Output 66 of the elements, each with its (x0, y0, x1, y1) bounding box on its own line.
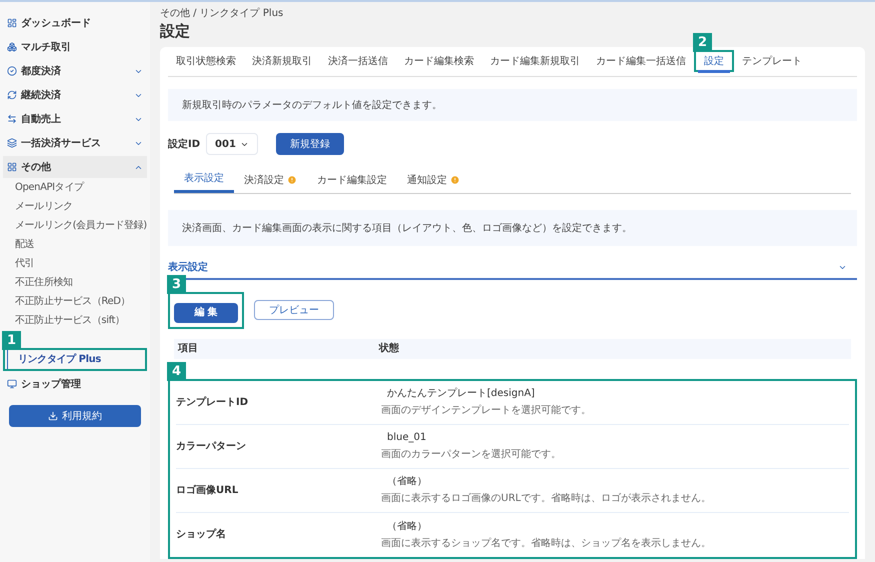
value-text: （省略） (386, 474, 428, 489)
sub-tab[interactable]: 表示設定 (174, 167, 234, 193)
info-text: 新規取引時のパラメータのデフォルト値を設定できます。 (168, 89, 857, 121)
sub-tab[interactable]: 通知設定 (397, 167, 470, 193)
description-text: 画面に表示するショップ名です。省略時は、ショップ名を表示しません。 (381, 536, 711, 550)
edit-button[interactable]: 編 集 (174, 302, 238, 322)
value-text: （省略） (386, 520, 428, 534)
sidebar-subitem[interactable]: 不正防止サービス（ReD） (3, 292, 147, 311)
sidebar-item[interactable]: 継続決済 (3, 84, 147, 106)
sidebar-item[interactable]: ダッシュボード (3, 12, 147, 34)
callout-number: 3 (167, 275, 186, 294)
cube-icon (7, 42, 17, 52)
breadcrumb: その他 / リンクタイプ Plus (160, 6, 284, 21)
sidebar-item[interactable]: 都度決済 (3, 60, 147, 82)
check-circle-icon (7, 66, 17, 76)
description-text: 画面に表示するロゴ画像のURLです。省略時は、ロゴが表示されません。 (381, 492, 711, 506)
sidebar-subitem[interactable]: メールリンク (3, 197, 147, 216)
callout-number: 2 (693, 33, 712, 52)
value-text: blue_01 (386, 431, 428, 445)
info-text: 決済画面、カード編集画面の表示に関する項目（レイアウト、色、ロゴ画像など）を設定できます。 (168, 210, 857, 246)
description-text: 画面のデザインテンプレートを選択可能です。 (381, 404, 591, 418)
sidebar-subitem[interactable]: 代引 (3, 254, 147, 273)
setting-id-label: 設定ID (168, 137, 200, 152)
layers-icon (7, 138, 17, 148)
tab[interactable]: 決済新規取引 (244, 52, 320, 70)
sidebar-subitem[interactable]: メールリンク(会員カード登録) (3, 216, 147, 235)
download-icon (48, 411, 58, 421)
description-text: 画面のカラーパターンを選択可能です。 (381, 448, 561, 462)
item-cell-text: ショップ名 (176, 527, 227, 542)
warning-icon (450, 175, 460, 185)
tab[interactable]: カード編集一括送信 (588, 52, 694, 70)
tab[interactable]: 取引状態検索 (168, 52, 244, 70)
value-text: かんたんテンプレート[designA] (386, 386, 536, 401)
sidebar-subitem[interactable]: 不正住所検知 (3, 273, 147, 292)
tab[interactable]: テンプレート (734, 52, 810, 70)
sidebar-subitem[interactable]: OpenAPIタイプ (3, 178, 147, 197)
warning-icon (287, 175, 297, 185)
monitor-icon (7, 379, 17, 389)
sidebar-item[interactable]: 一括決済サービス (3, 132, 147, 154)
arrows-icon (7, 114, 17, 124)
tab[interactable]: カード編集新規取引 (482, 52, 588, 70)
setting-id-select[interactable]: 001 (206, 133, 258, 155)
column-header: 状態 (379, 342, 399, 356)
preview-button[interactable]: プレビュー (254, 300, 334, 320)
column-header: 項目 (176, 342, 199, 356)
callout-number: 4 (167, 362, 186, 380)
tab[interactable]: 決済一括送信 (320, 52, 396, 70)
callout-number: 1 (2, 331, 22, 350)
item-cell-text: カラーパターン (176, 440, 247, 454)
refresh-icon (7, 90, 17, 100)
new-registration-button[interactable]: 新規登録 (276, 133, 344, 155)
grid-icon (7, 162, 17, 172)
sidebar-item[interactable]: ショップ管理 (3, 373, 147, 395)
sub-tab[interactable]: 決済設定 (234, 167, 307, 193)
tab[interactable]: カード編集検索 (396, 52, 482, 70)
sidebar-subitem[interactable]: 配送 (3, 235, 147, 254)
item-cell-text: ロゴ画像URL (176, 484, 240, 498)
dashboard-icon (7, 18, 17, 28)
sidebar-item[interactable]: その他 (3, 156, 147, 178)
terms-button[interactable]: 利用規約 (9, 405, 141, 427)
sidebar-item[interactable]: マルチ取引 (3, 36, 147, 58)
tab[interactable]: 設定 (696, 52, 732, 70)
sidebar-item[interactable]: 自動売上 (3, 108, 147, 130)
item-cell-text: テンプレートID (176, 395, 250, 410)
sidebar-subitem[interactable]: 不正防止サービス（sift） (3, 311, 147, 330)
sub-tab[interactable]: カード編集設定 (307, 167, 397, 193)
